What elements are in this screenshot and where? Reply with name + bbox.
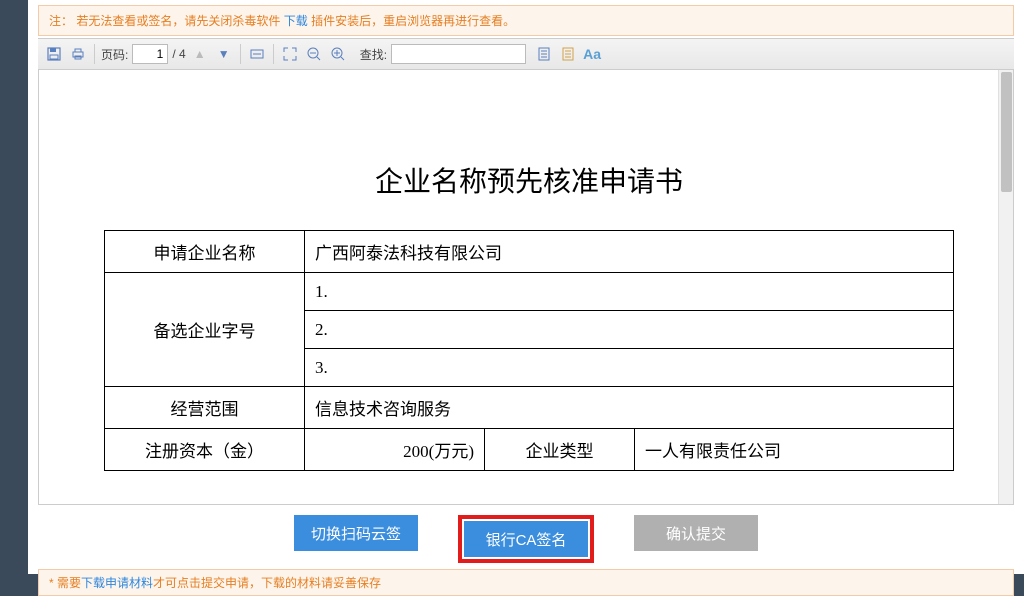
notice-text-2: 插件安装后，重启浏览器再进行查看。 xyxy=(311,14,515,28)
warning-notice: 注： 若无法查看或签名，请先关闭杀毒软件 下载 插件安装后，重启浏览器再进行查看… xyxy=(38,5,1014,36)
fit-page-icon[interactable] xyxy=(280,44,300,64)
print-icon[interactable] xyxy=(68,44,88,64)
footnote-notice: * 需要下载申请材料才可点击提交申请，下载的材料请妥善保存 xyxy=(38,569,1014,596)
footnote-star: * 需要 xyxy=(49,576,81,590)
page-label: 页码: xyxy=(101,46,128,63)
scrollbar-thumb[interactable] xyxy=(1001,72,1012,192)
separator xyxy=(273,44,274,64)
list-view-icon[interactable] xyxy=(558,44,578,64)
arrow-down-icon[interactable]: ▼ xyxy=(214,44,234,64)
document-page: 企业名称预先核准申请书 申请企业名称 广西阿泰法科技有限公司 备选企业字号 1.… xyxy=(54,70,1004,491)
download-plugin-link[interactable]: 下载 xyxy=(284,14,308,28)
action-bar: 切换扫码云签 银行CA签名 确认提交 xyxy=(28,505,1024,569)
search-input[interactable] xyxy=(391,44,526,64)
value-alt-1: 1. xyxy=(305,273,954,311)
value-company-name: 广西阿泰法科技有限公司 xyxy=(305,231,954,273)
page-number-input[interactable] xyxy=(132,44,168,64)
zoom-out-icon[interactable] xyxy=(304,44,324,64)
application-form-table: 申请企业名称 广西阿泰法科技有限公司 备选企业字号 1. 2. 3. 经营范围 … xyxy=(104,230,954,471)
switch-scan-sign-button[interactable]: 切换扫码云签 xyxy=(294,515,418,551)
value-alt-3: 3. xyxy=(305,349,954,387)
download-materials-link[interactable]: 下载申请材料 xyxy=(81,576,153,590)
label-alt-names: 备选企业字号 xyxy=(105,273,305,387)
page-total: / 4 xyxy=(172,47,185,61)
bank-ca-sign-button[interactable]: 银行CA签名 xyxy=(464,521,588,557)
label-company-name: 申请企业名称 xyxy=(105,231,305,273)
separator xyxy=(240,44,241,64)
footnote-rest: 才可点击提交申请，下载的材料请妥善保存 xyxy=(153,576,381,590)
zoom-in-icon[interactable] xyxy=(328,44,348,64)
arrow-up-icon[interactable]: ▲ xyxy=(190,44,210,64)
table-row: 经营范围 信息技术咨询服务 xyxy=(105,387,954,429)
value-alt-2: 2. xyxy=(305,311,954,349)
value-capital: 200(万元) xyxy=(305,429,485,471)
label-capital: 注册资本（金） xyxy=(105,429,305,471)
search-label: 查找: xyxy=(360,46,387,63)
label-company-type: 企业类型 xyxy=(485,429,635,471)
notice-text-1: 若无法查看或签名，请先关闭杀毒软件 xyxy=(76,14,280,28)
value-business-scope: 信息技术咨询服务 xyxy=(305,387,954,429)
page-view-icon[interactable] xyxy=(534,44,554,64)
text-size-icon[interactable]: Aa xyxy=(582,44,602,64)
document-viewer: 企业名称预先核准申请书 申请企业名称 广西阿泰法科技有限公司 备选企业字号 1.… xyxy=(38,70,1014,505)
label-business-scope: 经营范围 xyxy=(105,387,305,429)
fit-width-icon[interactable] xyxy=(247,44,267,64)
table-row: 注册资本（金） 200(万元) 企业类型 一人有限责任公司 xyxy=(105,429,954,471)
separator xyxy=(94,44,95,64)
vertical-scrollbar[interactable] xyxy=(998,70,1013,504)
confirm-submit-button[interactable]: 确认提交 xyxy=(634,515,758,551)
document-title: 企业名称预先核准申请书 xyxy=(104,160,954,200)
notice-prefix: 注： xyxy=(49,14,73,28)
table-row: 备选企业字号 1. xyxy=(105,273,954,311)
value-company-type: 一人有限责任公司 xyxy=(635,429,954,471)
save-icon[interactable] xyxy=(44,44,64,64)
pdf-toolbar: 页码: / 4 ▲ ▼ 查找: Aa xyxy=(38,38,1014,70)
highlight-frame: 银行CA签名 xyxy=(458,515,594,563)
table-row: 申请企业名称 广西阿泰法科技有限公司 xyxy=(105,231,954,273)
